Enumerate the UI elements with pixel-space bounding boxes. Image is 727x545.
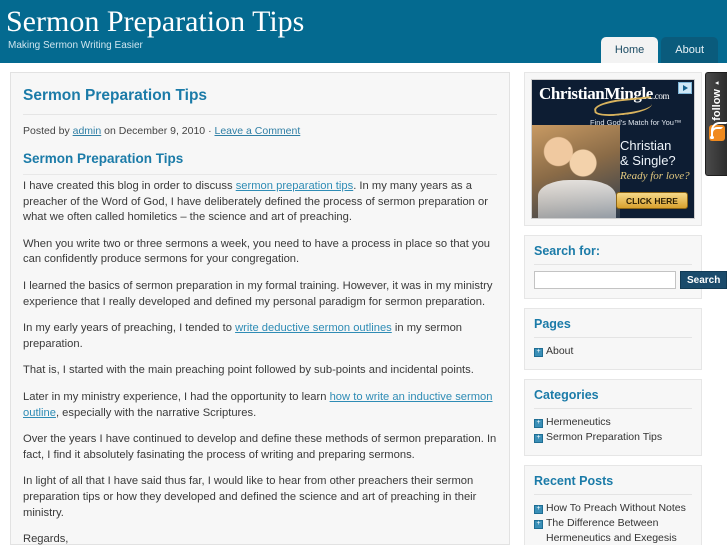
post-paragraph: Over the years I have continued to devel…: [23, 433, 497, 461]
pages-widget-title: Pages: [534, 317, 692, 338]
sidebar: ChristianMingle.com Find God's Match for…: [524, 72, 727, 545]
recent-post-label: The Difference Between Hermeneutics and …: [546, 517, 677, 544]
page-body: Sermon Preparation Tips Posted by admin …: [0, 63, 727, 545]
list-item[interactable]: + How To Preach Without Notes: [534, 501, 692, 516]
site-title: Sermon Preparation Tips: [6, 5, 305, 38]
post-paragraph: I learned the basics of sermon preparati…: [23, 279, 493, 308]
post-paragraph: Later in my ministry experience, I had t…: [23, 390, 493, 419]
post-paragraph: In my early years of preaching, I tended…: [23, 322, 463, 350]
post-meta-prefix: Posted by: [23, 125, 70, 137]
plus-icon: +: [536, 504, 541, 512]
post-inline-link[interactable]: how to write an inductive sermon outline: [23, 391, 493, 419]
nav-item-home[interactable]: Home: [600, 37, 659, 63]
plus-icon: +: [536, 434, 541, 441]
post-author-link[interactable]: admin: [73, 125, 102, 137]
ad-subhead: Ready for love?: [620, 170, 690, 182]
categories-item-label: Hermeneutics: [546, 415, 611, 428]
post-body: I have created this blog in order to dis…: [23, 179, 497, 545]
post-meta-date: on December 9, 2010: [104, 125, 206, 137]
search-button[interactable]: Search: [680, 271, 727, 289]
post-inline-link[interactable]: sermon preparation tips: [236, 180, 354, 192]
ad-brand-dotcom: .com: [652, 91, 670, 101]
pages-list: + About: [534, 344, 692, 359]
search-input[interactable]: [534, 271, 676, 289]
plus-icon: +: [536, 520, 541, 527]
chevron-down-icon: ▾: [712, 81, 720, 85]
post-meta: Posted by admin on December 9, 2010 · Le…: [23, 124, 497, 138]
search-widget: Search for: Search: [524, 235, 727, 299]
adchoices-icon[interactable]: [678, 82, 692, 94]
ad-brand-part1: Christian: [539, 84, 605, 103]
search-widget-title: Search for:: [534, 244, 692, 265]
search-form: Search: [534, 271, 727, 289]
categories-list: + Hermeneutics + Sermon Preparation Tips: [534, 415, 692, 445]
ad-cta-button[interactable]: CLICK HERE: [616, 192, 688, 209]
post-paragraph: In light of all that I have said thus fa…: [23, 475, 477, 519]
nav-item-about[interactable]: About: [661, 37, 718, 63]
leave-comment-link[interactable]: Leave a Comment: [214, 125, 300, 137]
site-header: Sermon Preparation Tips Making Sermon Wr…: [0, 0, 727, 63]
christianmingle-ad[interactable]: ChristianMingle.com Find God's Match for…: [531, 79, 695, 219]
follow-label: follow: [710, 89, 723, 121]
recent-posts-list: + How To Preach Without Notes + The Differ…: [534, 501, 692, 545]
list-item[interactable]: + Sermon Preparation Tips: [534, 430, 692, 445]
main-navigation: Home About: [598, 37, 718, 63]
post-subheading: Sermon Preparation Tips: [23, 150, 497, 175]
recent-posts-widget-title: Recent Posts: [534, 474, 692, 495]
pages-widget: Pages + About: [524, 308, 702, 370]
ad-couple-photo: [532, 125, 620, 218]
ad-headline: Christian & Single?: [620, 138, 676, 168]
recent-posts-widget: Recent Posts + How To Preach Without Note…: [524, 464, 702, 545]
recent-post-label: How To Preach Without Notes: [546, 501, 686, 514]
post-paragraph: When you write two or three sermons a we…: [23, 237, 491, 266]
post-paragraph: Regards,: [23, 533, 69, 545]
post-paragraph: I have created this blog in order to dis…: [23, 180, 488, 224]
categories-widget: Categories + Hermeneutics + Sermon Prepara…: [524, 378, 702, 456]
rss-feed-icon[interactable]: [708, 121, 727, 141]
list-item[interactable]: + Hermeneutics: [534, 415, 692, 430]
post-title: Sermon Preparation Tips: [23, 86, 497, 115]
sidebar-ad-widget: ChristianMingle.com Find God's Match for…: [524, 72, 702, 226]
ad-headline-line1: Christian: [620, 138, 672, 153]
plus-icon: +: [536, 348, 541, 355]
categories-item-label: Sermon Preparation Tips: [546, 431, 663, 443]
post-meta-separator: ·: [208, 125, 212, 137]
post-paragraph: That is, I started with the main preachi…: [23, 364, 474, 377]
list-item[interactable]: + The Difference Between Hermeneutics and…: [534, 516, 692, 545]
ad-headline-line2: & Single?: [620, 153, 676, 168]
follow-widget-tab[interactable]: ▾ follow: [705, 72, 727, 176]
plus-icon: +: [536, 418, 541, 426]
main-content: Sermon Preparation Tips Posted by admin …: [10, 72, 510, 545]
pages-item-label: About: [546, 345, 574, 357]
post-inline-link[interactable]: write deductive sermon outlines: [235, 322, 392, 334]
categories-widget-title: Categories: [534, 388, 692, 409]
list-item[interactable]: + About: [534, 344, 692, 359]
